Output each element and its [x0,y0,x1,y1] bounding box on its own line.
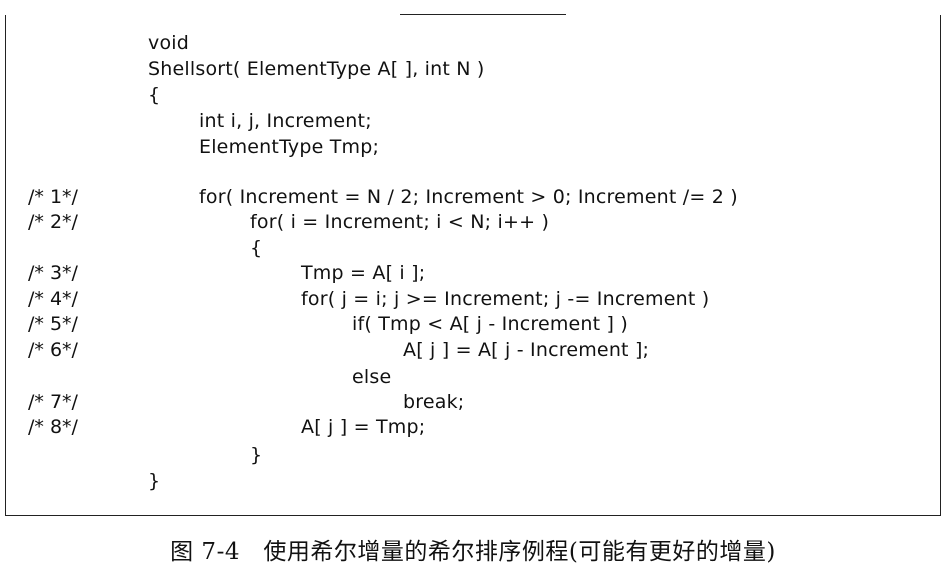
code-text: } [250,444,263,466]
line-number-comment: /* 5*/ [28,313,78,335]
code-line: Shellsort( ElementType A[ ], int N ) [0,58,946,84]
code-line: /* 4*/ for( j = i; j >= Increment; j -= I… [0,288,946,314]
code-text: { [148,84,161,106]
figure-caption: 图 7-4 使用希尔增量的希尔排序例程(可能有更好的增量) [170,539,776,565]
code-line: { [0,84,946,110]
code-text: { [250,237,263,259]
code-line: /* 8*/ A[ j ] = Tmp; [0,416,946,442]
code-text: if( Tmp < A[ j - Increment ] ) [352,313,629,335]
code-line: { [0,237,946,263]
code-line: else [0,366,946,392]
line-number-comment: /* 3*/ [28,262,78,284]
code-line: /* 7*/ break; [0,391,946,417]
code-line: /* 3*/ Tmp = A[ i ]; [0,262,946,288]
code-line: /* 6*/ A[ j ] = A[ j - Increment ]; [0,339,946,365]
code-text: ElementType Tmp; [199,136,380,158]
code-line: int i, j, Increment; [0,110,946,136]
code-line: /* 1*/ for( Increment = N / 2; Increment … [0,186,946,212]
code-text: else [352,366,392,388]
code-line: } [0,470,946,496]
code-text: A[ j ] = A[ j - Increment ]; [403,339,650,361]
line-number-comment: /* 1*/ [28,186,78,208]
code-text: for( i = Increment; i < N; i++ ) [250,211,550,233]
line-number-comment: /* 6*/ [28,339,78,361]
code-text: break; [403,391,465,413]
code-text: void [148,32,190,54]
code-text: for( j = i; j >= Increment; j -= Increme… [301,288,710,310]
code-line: } [0,444,946,470]
code-text: Shellsort( ElementType A[ ], int N ) [148,58,485,80]
code-line: /* 5*/ if( Tmp < A[ j - Increment ] ) [0,313,946,339]
line-number-comment: /* 4*/ [28,288,78,310]
code-text: for( Increment = N / 2; Increment > 0; I… [199,186,738,208]
line-number-comment: /* 7*/ [28,391,78,413]
code-line: ElementType Tmp; [0,136,946,162]
line-number-comment: /* 8*/ [28,416,78,438]
code-line: /* 2*/ for( i = Increment; i < N; i++ ) [0,211,946,237]
code-text: } [148,470,161,492]
line-number-comment: /* 2*/ [28,211,78,233]
code-line: void [0,32,946,58]
code-text: int i, j, Increment; [199,110,372,132]
code-text: Tmp = A[ i ]; [301,262,426,284]
code-text: A[ j ] = Tmp; [301,416,426,438]
